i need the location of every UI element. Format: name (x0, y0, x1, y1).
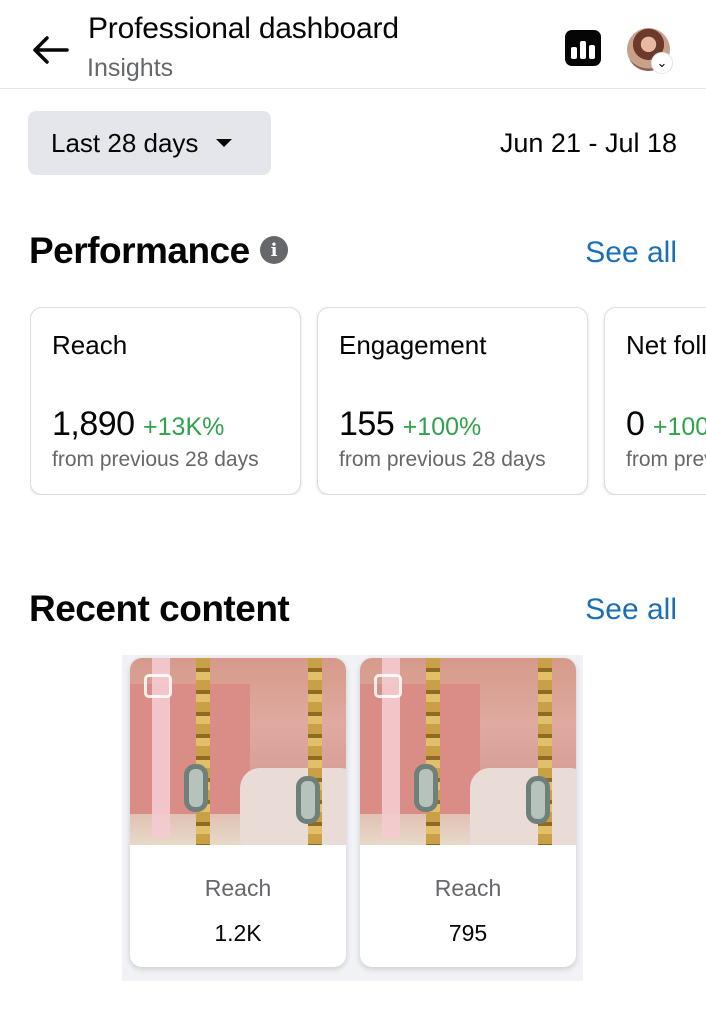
date-range-dropdown[interactable]: Last 28 days (28, 111, 271, 175)
performance-cards: Reach 1,890 +13K% from previous 28 days … (30, 307, 706, 495)
metric-change: +100% (402, 413, 482, 441)
metric-card-reach[interactable]: Reach 1,890 +13K% from previous 28 days (30, 307, 301, 495)
content-tile[interactable]: Reach 795 (360, 658, 576, 967)
page-subtitle: Insights (87, 54, 174, 82)
recent-content-heading: Recent content (29, 588, 290, 629)
metric-change: +13K% (143, 413, 225, 441)
metric-label: Engagement (339, 330, 487, 360)
performance-heading: Performance (29, 230, 250, 271)
page-title: Professional dashboard (88, 12, 399, 45)
metric-label: Net followers (626, 330, 706, 360)
recent-content-see-all-link[interactable]: See all (585, 593, 677, 627)
content-thumbnail (360, 658, 576, 845)
caret-down-icon (216, 139, 233, 147)
tile-metric-value: 1.2K (214, 920, 262, 946)
back-button[interactable] (28, 28, 72, 72)
photo-icon (374, 674, 402, 698)
metric-value: 1,890 (52, 405, 135, 443)
metric-comparison: from previous 28 days (52, 448, 259, 471)
metric-card-net-followers[interactable]: Net followers 0 +100% from previous 28 d… (604, 307, 706, 495)
metric-comparison: from previous 28 days (339, 448, 546, 471)
content-tile[interactable]: Reach 1.2K (130, 658, 346, 967)
metric-value: 155 (339, 405, 395, 443)
tile-metric-value: 795 (448, 920, 488, 946)
performance-see-all-link[interactable]: See all (585, 236, 677, 270)
reel-icon (144, 674, 172, 698)
metric-label: Reach (52, 330, 128, 360)
content-thumbnail (130, 658, 346, 845)
info-icon[interactable]: i (260, 236, 288, 264)
bar-chart-icon[interactable] (565, 30, 601, 66)
app-header: Professional dashboard Insights ⌄ (0, 0, 706, 89)
chevron-down-icon[interactable]: ⌄ (651, 52, 673, 74)
metric-card-engagement[interactable]: Engagement 155 +100% from previous 28 da… (317, 307, 588, 495)
metric-change: +100% (652, 413, 706, 441)
date-range-dropdown-label: Last 28 days (51, 127, 199, 158)
arrow-left-icon (33, 36, 69, 64)
metric-comparison: from previous 28 days (626, 448, 706, 471)
tile-metric-label: Reach (204, 875, 272, 901)
tile-metric-label: Reach (434, 875, 502, 901)
date-range-text: Jun 21 - Jul 18 (499, 128, 677, 158)
metric-value: 0 (626, 405, 645, 443)
